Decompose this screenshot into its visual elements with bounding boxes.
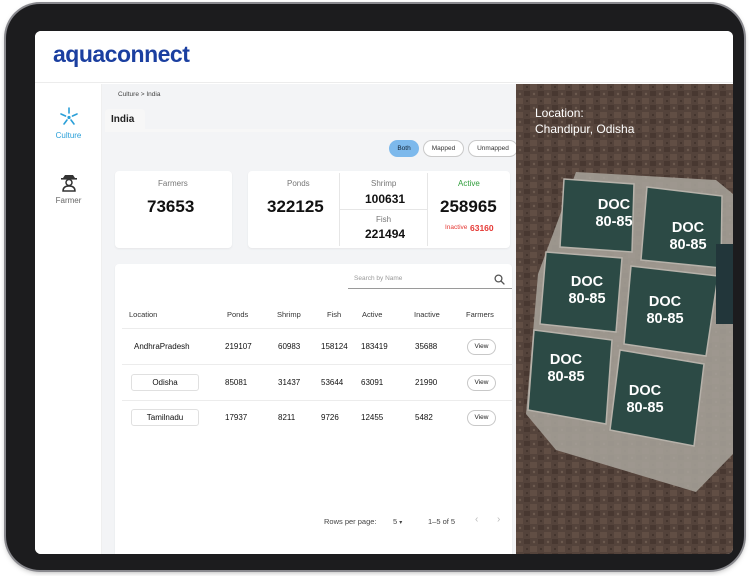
ponds-stat-card: Ponds 322125 Shrimp 100631 Fish 221494 A… bbox=[248, 171, 510, 248]
sidebar-item-farmer[interactable]: Farmer bbox=[35, 171, 102, 205]
inactive-label: Inactive bbox=[445, 224, 468, 231]
map-location-title: Location: Chandipur, Odisha bbox=[535, 105, 634, 137]
cell-shrimp: 60983 bbox=[278, 342, 301, 351]
pond-label: DOC 80-85 bbox=[568, 274, 606, 307]
active-label: Active bbox=[458, 179, 480, 188]
cell-active: 12455 bbox=[361, 413, 384, 422]
rows-per-page-label: Rows per page: bbox=[324, 517, 377, 526]
cell-ponds: 17937 bbox=[225, 413, 248, 422]
cell-ponds: 85081 bbox=[225, 378, 248, 387]
main-content: Culture > India India Both Mapped Unmapp… bbox=[102, 84, 518, 554]
filter-mapped-button[interactable]: Mapped bbox=[423, 140, 464, 157]
sidebar-item-culture[interactable]: Culture bbox=[35, 106, 102, 140]
row-divider bbox=[122, 400, 512, 401]
location-label: Location: bbox=[535, 106, 584, 120]
ponds-count: 322125 bbox=[267, 197, 324, 216]
breadcrumb[interactable]: Culture > India bbox=[118, 91, 160, 98]
rows-per-page-value: 5 bbox=[393, 517, 398, 526]
farmers-stat-card: Farmers 73653 bbox=[115, 171, 232, 248]
column-header-farmers: Farmers bbox=[466, 310, 494, 319]
fish-count: 221494 bbox=[365, 227, 406, 241]
previous-page-icon[interactable]: ‹ bbox=[475, 514, 478, 525]
filter-unmapped-button[interactable]: Unmapped bbox=[468, 140, 518, 157]
sidebar-item-label: Farmer bbox=[55, 196, 82, 205]
brand-logo[interactable]: aquaconnect bbox=[53, 41, 190, 68]
cell-location: AndhraPradesh bbox=[134, 342, 190, 351]
farmers-label: Farmers bbox=[158, 179, 188, 188]
view-farmers-button[interactable]: View bbox=[467, 339, 496, 355]
fish-label: Fish bbox=[376, 215, 392, 224]
chevron-down-icon: ▾ bbox=[399, 520, 403, 526]
divider bbox=[427, 173, 428, 246]
satellite-image bbox=[516, 84, 733, 554]
cell-active: 183419 bbox=[361, 342, 388, 351]
active-count: 258965 bbox=[440, 197, 497, 216]
inactive-count: 63160 bbox=[470, 223, 494, 233]
cell-inactive: 5482 bbox=[415, 413, 433, 422]
pond-label: DOC 80-85 bbox=[646, 294, 684, 327]
header-divider bbox=[122, 328, 512, 329]
app-header: aquaconnect bbox=[35, 31, 733, 83]
column-header-ponds: Ponds bbox=[227, 310, 249, 319]
column-header-inactive: Inactive bbox=[414, 310, 440, 319]
row-divider bbox=[122, 364, 512, 365]
pond-label: DOC 80-85 bbox=[626, 383, 664, 416]
cell-location: Tamilnadu bbox=[131, 409, 199, 426]
divider bbox=[339, 209, 427, 210]
sidebar: Culture Farmer bbox=[35, 84, 102, 554]
app-screen: aquaconnect Culture Farmer Culture > Ind… bbox=[35, 31, 733, 554]
cell-active: 63091 bbox=[361, 378, 384, 387]
cell-location: Odisha bbox=[131, 374, 199, 391]
shrimp-count: 100631 bbox=[365, 192, 406, 206]
view-farmers-button[interactable]: View bbox=[467, 375, 496, 391]
cell-fish: 53644 bbox=[321, 378, 344, 387]
shrimp-label: Shrimp bbox=[371, 179, 397, 188]
tablet-frame: aquaconnect Culture Farmer Culture > Ind… bbox=[6, 4, 744, 570]
farmer-icon bbox=[60, 175, 77, 192]
tab-india[interactable]: India bbox=[105, 109, 145, 129]
pond-label: DOC 80-85 bbox=[669, 220, 707, 253]
view-farmers-button[interactable]: View bbox=[467, 410, 496, 426]
pond-label: DOC 80-85 bbox=[547, 352, 585, 385]
search-underline bbox=[348, 288, 512, 289]
cell-shrimp: 8211 bbox=[278, 413, 296, 422]
column-header-fish: Fish bbox=[327, 310, 342, 319]
cell-ponds: 219107 bbox=[225, 342, 252, 351]
farmers-count: 73653 bbox=[147, 197, 195, 216]
cell-inactive: 21990 bbox=[415, 378, 438, 387]
culture-icon bbox=[59, 107, 78, 125]
satellite-map-panel[interactable]: Location: Chandipur, Odisha DOC 80-85 DO… bbox=[516, 84, 733, 554]
search-input[interactable]: Search by Name bbox=[354, 275, 402, 282]
search-icon[interactable] bbox=[494, 274, 505, 285]
pagination-range: 1–5 of 5 bbox=[428, 517, 456, 526]
pond-label: DOC 80-85 bbox=[595, 197, 633, 230]
column-header-location: Location bbox=[129, 310, 158, 319]
filter-both-button[interactable]: Both bbox=[389, 140, 419, 157]
column-header-shrimp: Shrimp bbox=[277, 310, 301, 319]
rows-per-page-select[interactable]: 5 ▾ bbox=[393, 517, 402, 526]
sidebar-item-label: Culture bbox=[55, 131, 82, 140]
cell-fish: 9726 bbox=[321, 413, 339, 422]
tab-bar bbox=[105, 129, 516, 132]
cell-shrimp: 31437 bbox=[278, 378, 301, 387]
location-value: Chandipur, Odisha bbox=[535, 122, 635, 136]
ponds-label: Ponds bbox=[287, 179, 310, 188]
next-page-icon[interactable]: › bbox=[497, 514, 500, 525]
column-header-active: Active bbox=[362, 310, 383, 319]
cell-inactive: 35688 bbox=[415, 342, 438, 351]
cell-fish: 158124 bbox=[321, 342, 348, 351]
